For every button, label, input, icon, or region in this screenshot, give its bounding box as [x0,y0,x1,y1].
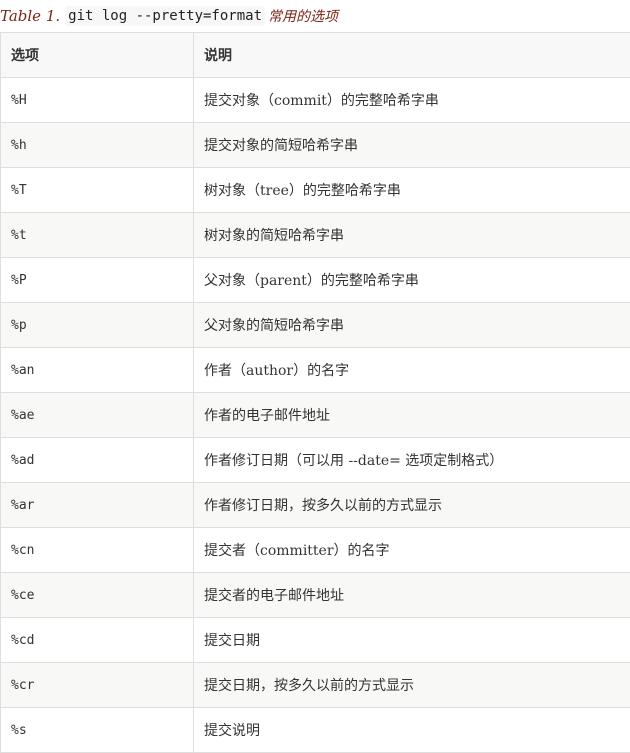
table-row: %ae 作者的电子邮件地址 [1,393,630,438]
description-cell: 提交说明 [194,708,630,753]
description-cell: 作者修订日期，按多久以前的方式显示 [194,483,630,528]
column-header-option: 选项 [1,33,194,78]
caption-command: git log --pretty=format [65,6,265,26]
option-cell: %P [1,258,194,303]
option-cell: %an [1,348,194,393]
table-row: %T 树对象（tree）的完整哈希字串 [1,168,630,213]
table-row: %t 树对象的简短哈希字串 [1,213,630,258]
option-cell: %s [1,708,194,753]
description-cell: 提交对象（commit）的完整哈希字串 [194,78,630,123]
caption-label: Table 1. [0,7,60,25]
description-cell: 提交对象的简短哈希字串 [194,123,630,168]
option-cell: %ce [1,573,194,618]
table-row: %cn 提交者（committer）的名字 [1,528,630,573]
option-cell: %ad [1,438,194,483]
table-row: %h 提交对象的简短哈希字串 [1,123,630,168]
caption-suffix: 常用的选项 [268,6,338,26]
table-row: %P 父对象（parent）的完整哈希字串 [1,258,630,303]
option-cell: %H [1,78,194,123]
description-cell: 树对象的简短哈希字串 [194,213,630,258]
table-row: %p 父对象的简短哈希字串 [1,303,630,348]
option-cell: %ae [1,393,194,438]
description-cell: 树对象（tree）的完整哈希字串 [194,168,630,213]
table-row: %cd 提交日期 [1,618,630,663]
format-options-table: 选项 说明 %H 提交对象（commit）的完整哈希字串 %h 提交对象的简短哈… [0,32,630,753]
table-row: %H 提交对象（commit）的完整哈希字串 [1,78,630,123]
option-cell: %cd [1,618,194,663]
table-row: %ar 作者修订日期，按多久以前的方式显示 [1,483,630,528]
option-cell: %p [1,303,194,348]
option-cell: %ar [1,483,194,528]
description-cell: 作者修订日期（可以用 --date= 选项定制格式） [194,438,630,483]
description-cell: 作者的电子邮件地址 [194,393,630,438]
table-row: %ce 提交者的电子邮件地址 [1,573,630,618]
table-header-row: 选项 说明 [1,33,630,78]
description-cell: 提交者的电子邮件地址 [194,573,630,618]
table-row: %cr 提交日期，按多久以前的方式显示 [1,663,630,708]
column-header-description: 说明 [194,33,630,78]
table-caption: Table 1. git log --pretty=format 常用的选项 [0,0,338,31]
option-cell: %t [1,213,194,258]
table-row: %ad 作者修订日期（可以用 --date= 选项定制格式） [1,438,630,483]
table-row: %s 提交说明 [1,708,630,753]
option-cell: %cn [1,528,194,573]
description-cell: 父对象的简短哈希字串 [194,303,630,348]
option-cell: %T [1,168,194,213]
description-cell: 提交日期，按多久以前的方式显示 [194,663,630,708]
option-cell: %h [1,123,194,168]
description-cell: 父对象（parent）的完整哈希字串 [194,258,630,303]
table-row: %an 作者（author）的名字 [1,348,630,393]
description-cell: 作者（author）的名字 [194,348,630,393]
option-cell: %cr [1,663,194,708]
description-cell: 提交日期 [194,618,630,663]
description-cell: 提交者（committer）的名字 [194,528,630,573]
